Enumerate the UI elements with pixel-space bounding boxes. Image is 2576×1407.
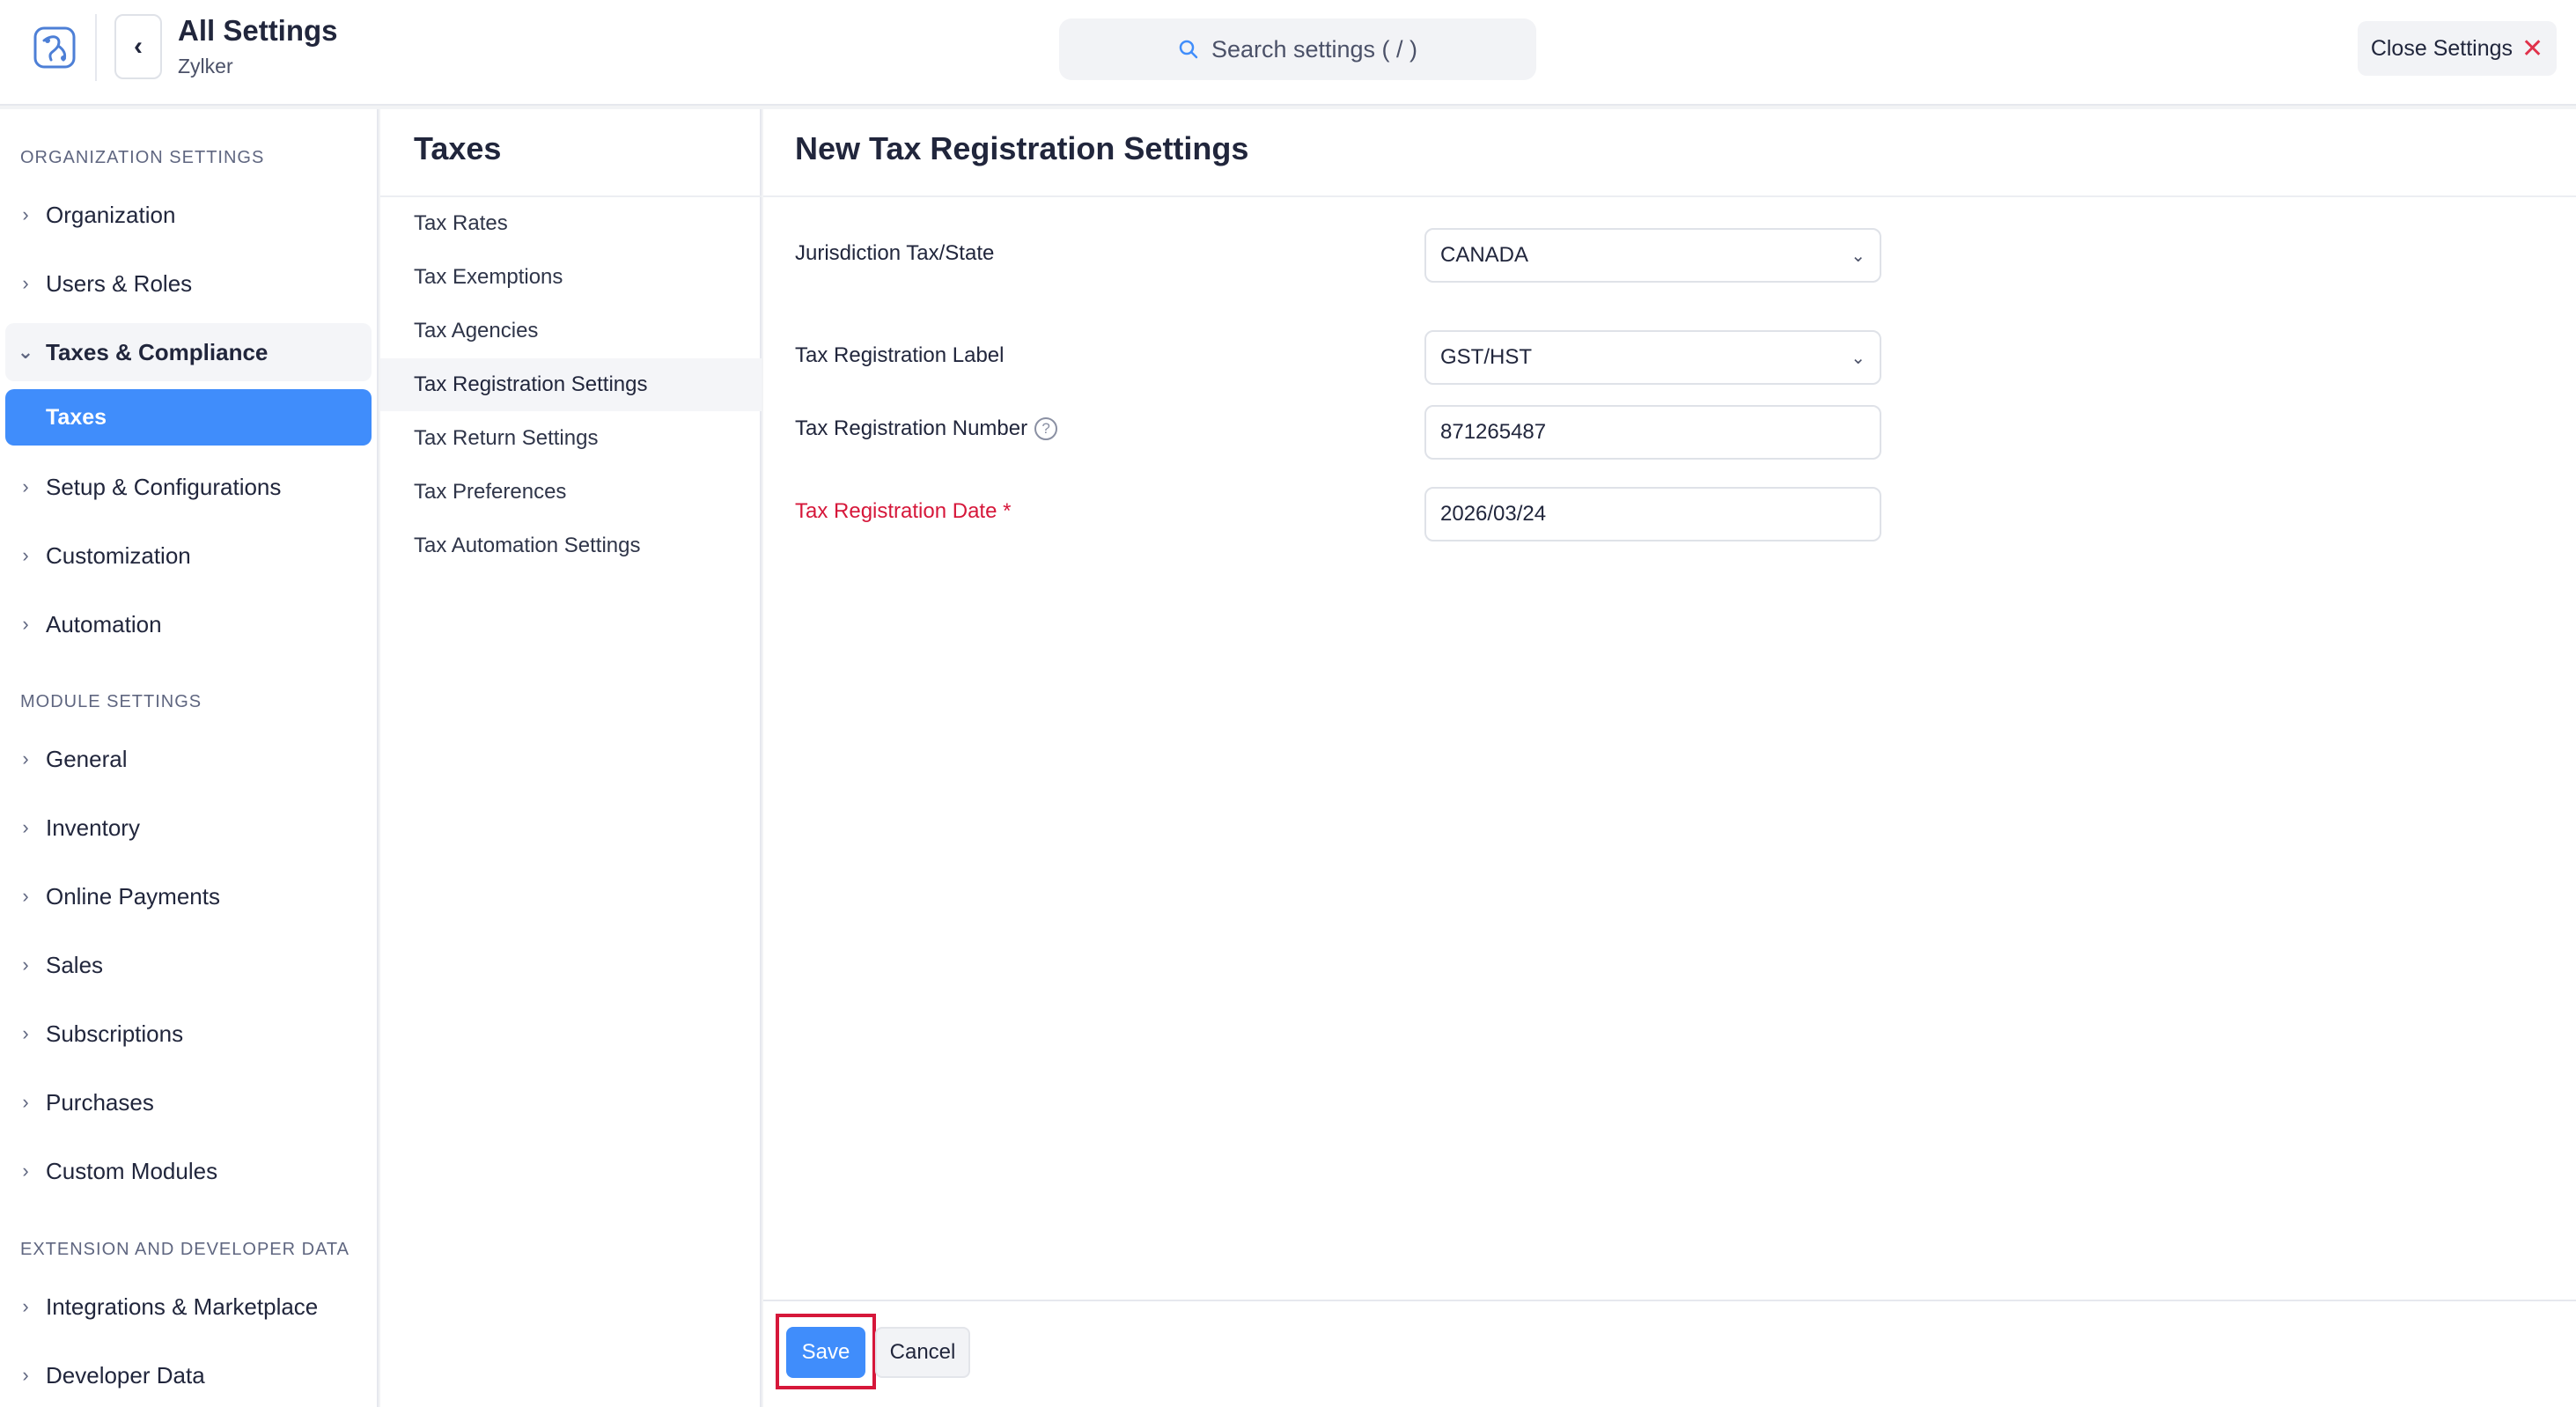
- registration-date-value: 2026/03/24: [1440, 502, 1547, 526]
- registration-number-value: 871265487: [1440, 420, 1547, 444]
- sidebar-item-developer-data[interactable]: › Developer Data: [5, 1346, 372, 1404]
- registration-date-input[interactable]: 2026/03/24: [1424, 487, 1881, 541]
- chevron-right-icon: ›: [22, 1364, 29, 1386]
- submenu-item-tax-agencies[interactable]: Tax Agencies: [380, 305, 762, 357]
- sidebar-item-inventory[interactable]: › Inventory: [5, 799, 372, 857]
- sidebar-item-label: Developer Data: [46, 1361, 205, 1389]
- page-title: All Settings: [178, 14, 338, 47]
- sidebar-item-label: Users & Roles: [46, 269, 193, 297]
- chevron-right-icon: ›: [22, 272, 29, 294]
- submenu-item-tax-rates[interactable]: Tax Rates: [380, 197, 762, 250]
- jurisdiction-label: Jurisdiction Tax/State: [795, 241, 994, 266]
- sidebar-item-label: Organization: [46, 201, 176, 228]
- search-icon: [1179, 40, 1198, 59]
- chevron-right-icon: ›: [22, 1295, 29, 1317]
- form-divider: [763, 195, 2576, 197]
- sidebar-item-label: Integrations & Marketplace: [46, 1293, 319, 1320]
- sidebar-item-label: Customization: [46, 541, 191, 569]
- submenu-item-tax-return-settings[interactable]: Tax Return Settings: [380, 412, 762, 465]
- sidebar-item-general[interactable]: › General: [5, 730, 372, 788]
- close-settings-label: Close Settings: [2370, 35, 2513, 61]
- registration-label-text: Tax Registration Label: [795, 343, 1005, 367]
- top-header: ‹ All Settings Zylker Search settings ( …: [0, 0, 2576, 106]
- form-footer: [763, 1300, 2576, 1407]
- registration-date-label: Tax Registration Date *: [795, 499, 1011, 524]
- sidebar-item-label: Sales: [46, 951, 104, 978]
- registration-number-label: Tax Registration Number ?: [795, 416, 1058, 441]
- chevron-down-icon: ⌄: [1851, 246, 1866, 266]
- chevron-right-icon: ›: [22, 475, 29, 497]
- cancel-button[interactable]: Cancel: [875, 1327, 970, 1378]
- sidebar-item-label: Inventory: [46, 814, 140, 841]
- jurisdiction-label-text: Jurisdiction Tax/State: [795, 241, 995, 265]
- close-settings-button[interactable]: Close Settings ✕: [2358, 21, 2557, 76]
- registration-number-input[interactable]: 871265487: [1424, 405, 1881, 460]
- sidebar-item-label: Taxes & Compliance: [46, 338, 269, 365]
- sidebar-item-subscriptions[interactable]: › Subscriptions: [5, 1005, 372, 1063]
- submenu-title: Taxes: [414, 130, 502, 166]
- chevron-right-icon: ›: [22, 1022, 29, 1044]
- sidebar-item-label: Purchases: [46, 1088, 154, 1116]
- sidebar-item-integrations-marketplace[interactable]: › Integrations & Marketplace: [5, 1278, 372, 1336]
- search-placeholder: Search settings ( / ): [1211, 35, 1418, 63]
- chevron-right-icon: ›: [22, 954, 29, 976]
- chevron-right-icon: ›: [22, 748, 29, 770]
- section-heading-module: MODULE SETTINGS: [20, 692, 202, 711]
- chevron-right-icon: ›: [22, 1160, 29, 1182]
- registration-label-value: GST/HST: [1440, 345, 1533, 369]
- section-heading-organization: ORGANIZATION SETTINGS: [20, 148, 265, 167]
- registration-label-select[interactable]: GST/HST ⌄: [1424, 330, 1881, 385]
- close-icon: ✕: [2521, 33, 2544, 63]
- taxes-submenu: Taxes Tax Rates Tax Exemptions Tax Agenc…: [380, 109, 762, 1407]
- sidebar-item-sales[interactable]: › Sales: [5, 936, 372, 994]
- chevron-right-icon: ›: [22, 1091, 29, 1113]
- sidebar-item-automation[interactable]: › Automation: [5, 595, 372, 653]
- sidebar-item-users-roles[interactable]: › Users & Roles: [5, 254, 372, 313]
- section-heading-extension: EXTENSION AND DEVELOPER DATA: [20, 1240, 350, 1259]
- settings-sidebar: ORGANIZATION SETTINGS › Organization › U…: [0, 109, 379, 1407]
- sidebar-item-customization[interactable]: › Customization: [5, 527, 372, 585]
- registration-label-label: Tax Registration Label: [795, 343, 1004, 368]
- sidebar-subitem-taxes[interactable]: Taxes: [5, 389, 372, 446]
- sidebar-item-label: Custom Modules: [46, 1157, 218, 1184]
- form-title: New Tax Registration Settings: [795, 130, 1249, 166]
- jurisdiction-select[interactable]: CANADA ⌄: [1424, 228, 1881, 283]
- sidebar-item-online-payments[interactable]: › Online Payments: [5, 867, 372, 925]
- sidebar-item-label: Online Payments: [46, 882, 220, 910]
- header-divider: [95, 14, 97, 81]
- chevron-down-icon: ⌄: [1851, 348, 1866, 368]
- jurisdiction-value: CANADA: [1440, 243, 1529, 267]
- registration-number-text: Tax Registration Number: [795, 416, 1028, 440]
- sidebar-item-custom-modules[interactable]: › Custom Modules: [5, 1142, 372, 1200]
- submenu-item-tax-preferences[interactable]: Tax Preferences: [380, 466, 762, 519]
- sidebar-item-label: Setup & Configurations: [46, 473, 282, 500]
- back-button[interactable]: ‹: [114, 14, 162, 79]
- submenu-item-tax-automation-settings[interactable]: Tax Automation Settings: [380, 519, 762, 572]
- chevron-right-icon: ›: [22, 203, 29, 225]
- sidebar-item-label: Subscriptions: [46, 1020, 184, 1047]
- save-button[interactable]: Save: [786, 1327, 865, 1378]
- chevron-left-icon: ‹: [134, 32, 143, 61]
- chevron-right-icon: ›: [22, 613, 29, 635]
- registration-date-text: Tax Registration Date *: [795, 499, 1012, 523]
- sidebar-item-label: Automation: [46, 610, 162, 637]
- submenu-item-tax-exemptions[interactable]: Tax Exemptions: [380, 251, 762, 304]
- chevron-right-icon: ›: [22, 885, 29, 907]
- sidebar-item-taxes-compliance[interactable]: ⌄ Taxes & Compliance: [5, 323, 372, 381]
- app-logo-icon[interactable]: [32, 25, 77, 70]
- main-content: New Tax Registration Settings Jurisdicti…: [763, 109, 2576, 1407]
- sidebar-item-organization[interactable]: › Organization: [5, 186, 372, 244]
- submenu-item-tax-registration-settings[interactable]: Tax Registration Settings: [380, 358, 762, 411]
- chevron-right-icon: ›: [22, 816, 29, 838]
- organization-name: Zylker: [178, 55, 233, 77]
- search-input[interactable]: Search settings ( / ): [1059, 18, 1536, 80]
- sidebar-item-label: General: [46, 745, 128, 772]
- help-icon[interactable]: ?: [1034, 417, 1058, 440]
- chevron-down-icon: ⌄: [17, 341, 34, 363]
- sidebar-item-purchases[interactable]: › Purchases: [5, 1073, 372, 1131]
- chevron-right-icon: ›: [22, 544, 29, 566]
- sidebar-item-setup-configurations[interactable]: › Setup & Configurations: [5, 458, 372, 516]
